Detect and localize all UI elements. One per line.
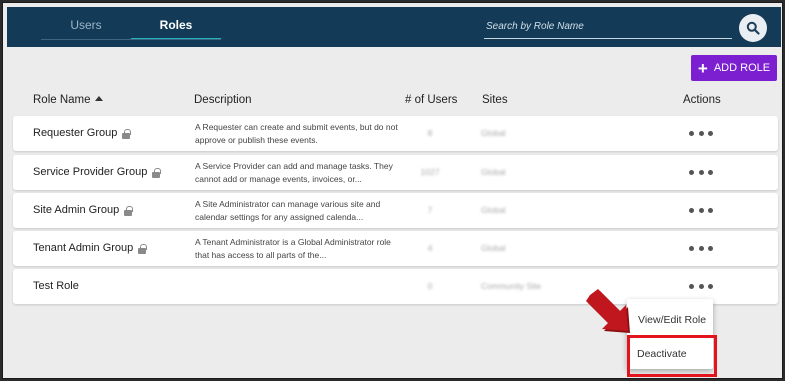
role-name: Requester Group <box>33 127 118 139</box>
role-name-cell: Service Provider Group <box>33 155 161 190</box>
header-users: # of Users <box>405 94 458 106</box>
header-sites: Sites <box>482 94 508 106</box>
tab-users[interactable]: Users <box>41 7 131 40</box>
role-sites: Global <box>481 243 506 253</box>
lock-icon <box>138 243 147 254</box>
top-bar: Users Roles Search by Role Name <box>7 7 781 47</box>
role-sites: Global <box>481 205 506 215</box>
role-description: A Service Provider can add and manage ta… <box>195 161 393 184</box>
role-description: A Tenant Administrator is a Global Admin… <box>195 237 391 260</box>
role-name-cell: Test Role <box>33 269 79 304</box>
lock-icon <box>152 167 161 178</box>
search-input[interactable]: Search by Role Name <box>484 17 732 39</box>
more-actions-icon[interactable] <box>689 155 713 190</box>
role-sites: Community Site <box>481 281 541 291</box>
app-frame: Users Roles Search by Role Name + ADD RO… <box>2 2 783 379</box>
role-name: Site Admin Group <box>33 204 120 216</box>
role-description: A Requester can create and submit events… <box>195 122 398 145</box>
user-count: 7 <box>427 205 433 215</box>
more-actions-icon[interactable] <box>689 193 713 228</box>
tab-roles[interactable]: Roles <box>131 7 221 40</box>
header-actions: Actions <box>683 94 721 106</box>
role-name: Tenant Admin Group <box>33 242 134 254</box>
header-role-name[interactable]: Role Name <box>33 94 103 106</box>
lock-icon <box>124 205 133 216</box>
search-icon <box>746 21 760 35</box>
more-actions-icon[interactable] <box>689 231 713 266</box>
role-sites: Global <box>481 167 506 177</box>
user-count: 8 <box>427 128 433 138</box>
role-name-cell: Site Admin Group <box>33 193 133 228</box>
table-row[interactable]: Requester Group A Requester can create a… <box>13 116 778 151</box>
add-role-label: ADD ROLE <box>713 62 771 74</box>
tab-divider <box>41 39 221 40</box>
search-button[interactable] <box>739 14 767 42</box>
role-name-cell: Tenant Admin Group <box>33 231 147 266</box>
sort-ascending-icon[interactable] <box>94 96 103 101</box>
role-name: Test Role <box>33 280 79 292</box>
pointer-arrow-icon <box>586 289 630 333</box>
user-count: 4 <box>427 243 433 253</box>
table-row[interactable]: Service Provider Group A Service Provide… <box>13 155 778 190</box>
role-description: A Site Administrator can manage various … <box>195 199 381 222</box>
role-name: Service Provider Group <box>33 166 148 178</box>
lock-icon <box>122 128 131 139</box>
user-count: 0 <box>427 281 433 291</box>
table-row[interactable]: Site Admin Group A Site Administrator ca… <box>13 193 778 228</box>
role-name-cell: Requester Group <box>33 116 131 151</box>
highlight-box <box>627 335 717 377</box>
menu-item-view-edit[interactable]: View/Edit Role <box>638 314 706 326</box>
plus-icon: + <box>697 58 708 78</box>
more-actions-icon[interactable] <box>689 116 713 151</box>
user-count: 1027 <box>420 167 440 177</box>
role-sites: Global <box>481 128 506 138</box>
header-role-name-label: Role Name <box>33 94 91 106</box>
table-row[interactable]: Tenant Admin Group A Tenant Administrato… <box>13 231 778 266</box>
header-description: Description <box>194 94 252 106</box>
add-role-button[interactable]: + ADD ROLE <box>691 55 777 81</box>
